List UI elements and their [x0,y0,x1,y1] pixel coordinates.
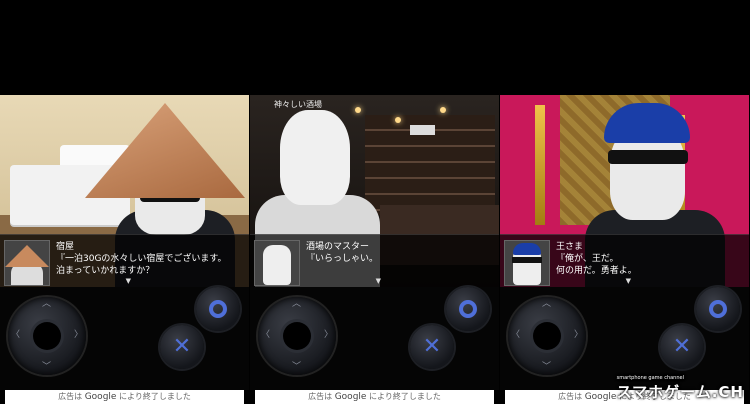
cross-icon: ✕ [172,334,192,359]
dpad-right-icon[interactable]: 〉 [74,331,83,340]
watermark-text: スマホゲーム.CH [616,383,744,401]
circle-icon [209,300,227,318]
ad-text-suffix: により終了しました [119,392,191,401]
watermark-subtext: smartphone game channel [616,375,684,381]
cross-button[interactable]: ✕ [160,325,204,369]
next-page-icon: ▼ [625,277,631,285]
ceiling-light [440,107,446,113]
dialogue-box[interactable]: 酒場のマスター 『いらっしゃい。 ▼ [250,234,499,288]
dialogue-box[interactable]: 王さま 『俺が、王だ。 何の用だ。勇者よ。 ▼ [500,234,749,288]
site-watermark-logo: smartphone game channel スマホゲーム.CH [616,375,744,402]
cross-icon: ✕ [672,334,692,359]
ceiling-light [355,107,361,113]
dpad-left-icon[interactable]: 〈 [511,331,520,340]
dpad-down-icon[interactable]: ﹀ [542,363,551,372]
game-panel-inn: 宿屋 『一泊30Gの水々しい宿屋でございます。 泊まっていかれますか？ ▼ ︿ … [0,95,249,404]
straw-hat [85,103,245,198]
dpad[interactable]: ︿ ﹀ 〈 〉 [8,297,86,375]
virtual-controller: ︿ ﹀ 〈 〉 ✕ [250,287,499,390]
dpad-up-icon[interactable]: ︿ [542,300,551,309]
master-face-wrap [280,110,350,205]
speaker-portrait [4,240,50,286]
dpad-center [533,322,561,350]
next-page-icon: ▼ [375,277,381,285]
circle-icon [459,300,477,318]
ad-text-prefix: 広告は [558,392,583,401]
game-panel-tavern: 神々しい酒場 酒場のマスター 『いらっしゃい。 ▼ ︿ ﹀ 〈 〉 ✕ 広告は … [250,95,499,404]
dialogue-line: 泊まっていかれますか？ [56,266,155,276]
virtual-controller: ︿ ﹀ 〈 〉 ✕ [0,287,249,390]
dpad-left-icon[interactable]: 〈 [261,331,270,340]
ad-brand: Google [84,392,117,402]
dpad-center [283,322,311,350]
ad-banner[interactable]: 広告は Google により終了しました [5,390,244,404]
dpad-right-icon[interactable]: 〉 [324,331,333,340]
dpad-up-icon[interactable]: ︿ [42,300,51,309]
ad-text-prefix: 広告は [308,392,333,401]
dpad-down-icon[interactable]: ﹀ [292,363,301,372]
circle-button[interactable] [446,287,490,331]
candelabra [535,105,545,225]
dialogue-box[interactable]: 宿屋 『一泊30Gの水々しい宿屋でございます。 泊まっていかれますか？ ▼ [0,234,249,288]
cross-icon: ✕ [422,334,442,359]
speaker-portrait [504,240,550,286]
dpad-left-icon[interactable]: 〈 [11,331,20,340]
circle-button[interactable] [696,287,740,331]
dpad[interactable]: ︿ ﹀ 〈 〉 [508,297,586,375]
location-label: 神々しい酒場 [274,100,322,109]
ceiling-light [395,117,401,123]
cross-button[interactable]: ✕ [410,325,454,369]
ad-text-suffix: により終了しました [369,392,441,401]
circle-button[interactable] [196,287,240,331]
speaker-portrait [254,240,300,286]
ad-banner[interactable]: 広告は Google により終了しました [255,390,494,404]
dialogue-line: 何の用だ。勇者よ。 [556,266,637,276]
air-conditioner [410,125,435,135]
next-page-icon: ▼ [125,277,131,285]
dpad-up-icon[interactable]: ︿ [292,300,301,309]
ad-brand: Google [334,392,367,402]
circle-icon [709,300,727,318]
dpad-right-icon[interactable]: 〉 [574,331,583,340]
dpad-down-icon[interactable]: ﹀ [42,363,51,372]
dialogue-line: 『いらっしゃい。 [306,254,379,264]
game-panel-king: 王さま 『俺が、王だ。 何の用だ。勇者よ。 ▼ ︿ ﹀ 〈 〉 ✕ 広告は Go… [500,95,749,404]
ad-text-prefix: 広告は [58,392,83,401]
dpad[interactable]: ︿ ﹀ 〈 〉 [258,297,336,375]
ad-brand: Google [584,392,617,402]
king-sunglasses [608,150,688,164]
dpad-center [33,322,61,350]
cross-button[interactable]: ✕ [660,325,704,369]
